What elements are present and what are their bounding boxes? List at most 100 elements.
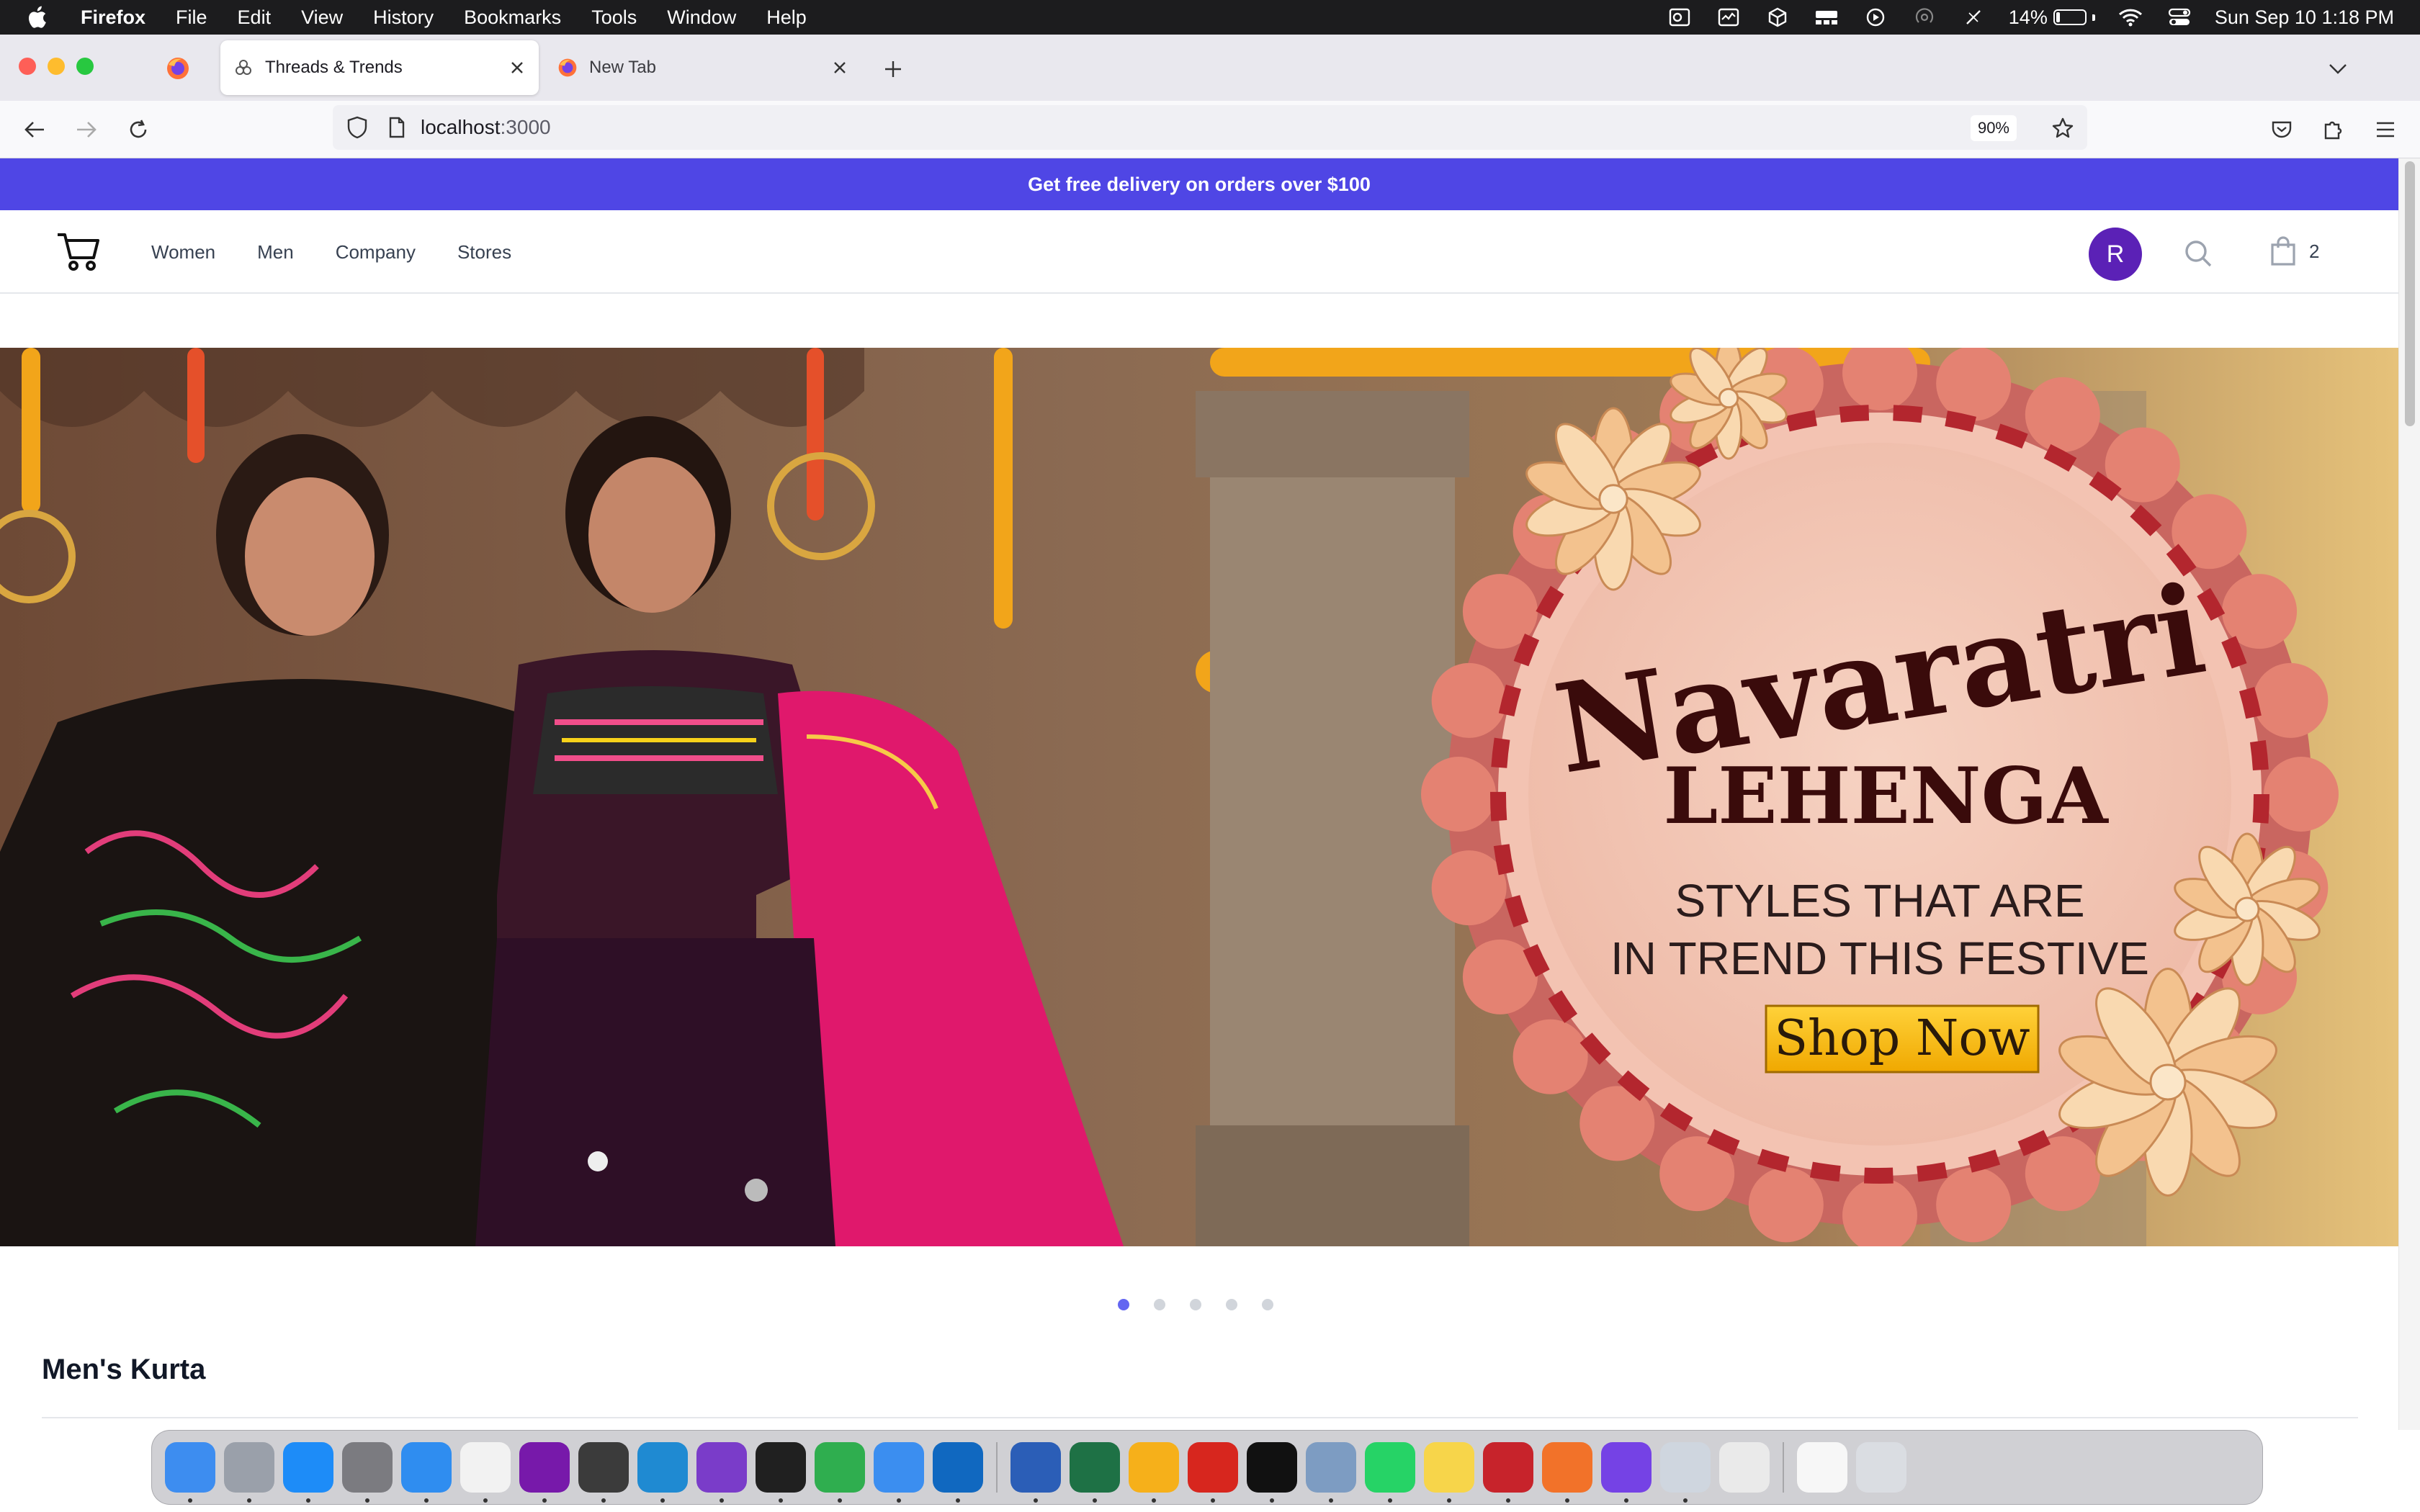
zoom-window-button[interactable] xyxy=(76,58,94,75)
activity-monitor-icon[interactable] xyxy=(1715,6,1742,28)
menu-tools[interactable]: Tools xyxy=(591,6,637,29)
close-tab-icon[interactable] xyxy=(506,56,529,79)
airdrop-status-icon[interactable] xyxy=(1911,6,1938,28)
firefox-favicon-icon xyxy=(557,58,578,78)
icloud-icon[interactable] xyxy=(874,1442,924,1503)
nav-men[interactable]: Men xyxy=(257,241,294,264)
menu-app-firefox[interactable]: Firefox xyxy=(81,6,145,29)
whatsapp-icon[interactable] xyxy=(1365,1442,1415,1503)
page-info-icon[interactable] xyxy=(385,117,409,138)
main-navigation: Women Men Company Stores xyxy=(151,210,511,294)
intellij-icon[interactable] xyxy=(1247,1442,1297,1503)
system-settings-icon[interactable] xyxy=(342,1442,393,1503)
firefox-icon[interactable] xyxy=(1601,1442,1652,1503)
menu-bookmarks[interactable]: Bookmarks xyxy=(464,6,561,29)
hero-carousel-slide[interactable]: Navaratri LEHENGA STYLES THAT ARE IN TRE… xyxy=(0,348,2398,1246)
chrome-icon[interactable] xyxy=(460,1442,511,1503)
carousel-dot-1[interactable] xyxy=(1118,1299,1129,1310)
battery-indicator[interactable]: 14% xyxy=(2009,6,2095,29)
close-window-button[interactable] xyxy=(19,58,36,75)
menu-help[interactable]: Help xyxy=(766,6,807,29)
dashboard-status-icon[interactable] xyxy=(1813,6,1840,28)
nav-stores[interactable]: Stores xyxy=(457,241,511,264)
back-arrow-icon[interactable] xyxy=(20,115,49,144)
new-tab-plus-icon[interactable] xyxy=(880,56,906,82)
menu-window[interactable]: Window xyxy=(667,6,736,29)
control-center-icon[interactable] xyxy=(2166,6,2193,28)
bookmark-star-icon[interactable] xyxy=(2048,114,2077,143)
apple-logo-icon[interactable] xyxy=(26,5,60,30)
onenote-icon[interactable] xyxy=(519,1442,570,1503)
finder-icon[interactable] xyxy=(165,1442,215,1503)
carousel-dot-4[interactable] xyxy=(1226,1299,1237,1310)
tab-threads-and-trends[interactable]: Threads & Trends xyxy=(220,40,539,95)
box-status-icon[interactable] xyxy=(1764,6,1791,28)
sublime-text-icon[interactable] xyxy=(578,1442,629,1503)
battery-icon xyxy=(2053,9,2087,25)
archive-icon[interactable] xyxy=(1719,1442,1770,1493)
shop-now-label[interactable]: Shop Now xyxy=(1774,1010,2030,1067)
menu-history[interactable]: History xyxy=(373,6,434,29)
pinned-firefox-tab-icon[interactable] xyxy=(166,56,190,81)
store-cart-logo-icon[interactable] xyxy=(56,230,101,272)
app-store-icon[interactable] xyxy=(283,1442,333,1503)
tab-new-tab[interactable]: New Tab xyxy=(544,40,861,95)
menu-file[interactable]: File xyxy=(176,6,207,29)
wifi-icon[interactable] xyxy=(2117,6,2144,28)
preview-icon[interactable] xyxy=(1306,1442,1356,1503)
running-indicator xyxy=(483,1498,488,1503)
quicktime-icon[interactable] xyxy=(1660,1442,1711,1503)
extensions-puzzle-icon[interactable] xyxy=(2319,115,2348,144)
close-tab-icon[interactable] xyxy=(828,56,851,79)
running-indicator xyxy=(601,1498,606,1503)
zoom-level-button[interactable]: 90% xyxy=(1970,115,2017,141)
running-indicator xyxy=(1329,1498,1333,1503)
safari-icon[interactable] xyxy=(401,1442,452,1503)
carousel-dot-3[interactable] xyxy=(1190,1299,1201,1310)
window-controls xyxy=(19,58,94,75)
nav-women[interactable]: Women xyxy=(151,241,215,264)
outlook-status-icon[interactable] xyxy=(1666,6,1693,28)
clock[interactable]: Sun Sep 10 1:18 PM xyxy=(2215,6,2394,29)
user-avatar[interactable]: R xyxy=(2089,228,2142,281)
search-icon[interactable] xyxy=(2182,238,2214,269)
numbers-icon[interactable] xyxy=(815,1442,865,1503)
dock-separator xyxy=(1783,1442,1784,1493)
battery-level xyxy=(2056,12,2061,22)
tracking-protection-shield-icon[interactable] xyxy=(343,116,372,139)
scrollbar-thumb[interactable] xyxy=(2405,161,2415,426)
forward-arrow-icon[interactable] xyxy=(72,115,101,144)
reload-icon[interactable] xyxy=(124,115,153,144)
scrobbles-icon[interactable] xyxy=(1483,1442,1533,1503)
page-scrollbar[interactable] xyxy=(2398,158,2420,1430)
notes-icon[interactable] xyxy=(1424,1442,1474,1503)
pocket-icon[interactable] xyxy=(2267,115,2296,144)
terminal-icon[interactable] xyxy=(756,1442,806,1503)
list-all-tabs-chevron-icon[interactable] xyxy=(2325,56,2351,82)
document-thumbnail-icon[interactable] xyxy=(1797,1442,1847,1493)
promo-banner: Get free delivery on orders over $100 xyxy=(0,158,2398,210)
vscode-icon[interactable] xyxy=(637,1442,688,1503)
github-desktop-icon[interactable] xyxy=(696,1442,747,1503)
running-indicator xyxy=(247,1498,251,1503)
keynote-icon[interactable] xyxy=(1129,1442,1179,1503)
launchpad-icon[interactable] xyxy=(224,1442,274,1503)
excel-icon[interactable] xyxy=(1070,1442,1120,1503)
address-bar[interactable]: localhost:3000 90% xyxy=(333,105,2087,150)
pen-disabled-icon[interactable] xyxy=(1960,6,1987,28)
play-status-icon[interactable] xyxy=(1862,6,1889,28)
carousel-dot-5[interactable] xyxy=(1262,1299,1273,1310)
nav-company[interactable]: Company xyxy=(336,241,416,264)
trash-icon[interactable] xyxy=(1856,1442,1906,1493)
menu-view[interactable]: View xyxy=(301,6,343,29)
word-icon[interactable] xyxy=(1010,1442,1061,1503)
app-menu-hamburger-icon[interactable] xyxy=(2371,115,2400,144)
menu-edit[interactable]: Edit xyxy=(238,6,272,29)
minimize-window-button[interactable] xyxy=(48,58,65,75)
dock-separator xyxy=(996,1442,998,1493)
acrobat-icon[interactable] xyxy=(1188,1442,1238,1503)
carousel-dot-2[interactable] xyxy=(1154,1299,1165,1310)
shopping-bag-button[interactable]: 2 xyxy=(2270,233,2319,269)
outlook-icon[interactable] xyxy=(933,1442,983,1503)
pen-tool-icon[interactable] xyxy=(1542,1442,1592,1503)
